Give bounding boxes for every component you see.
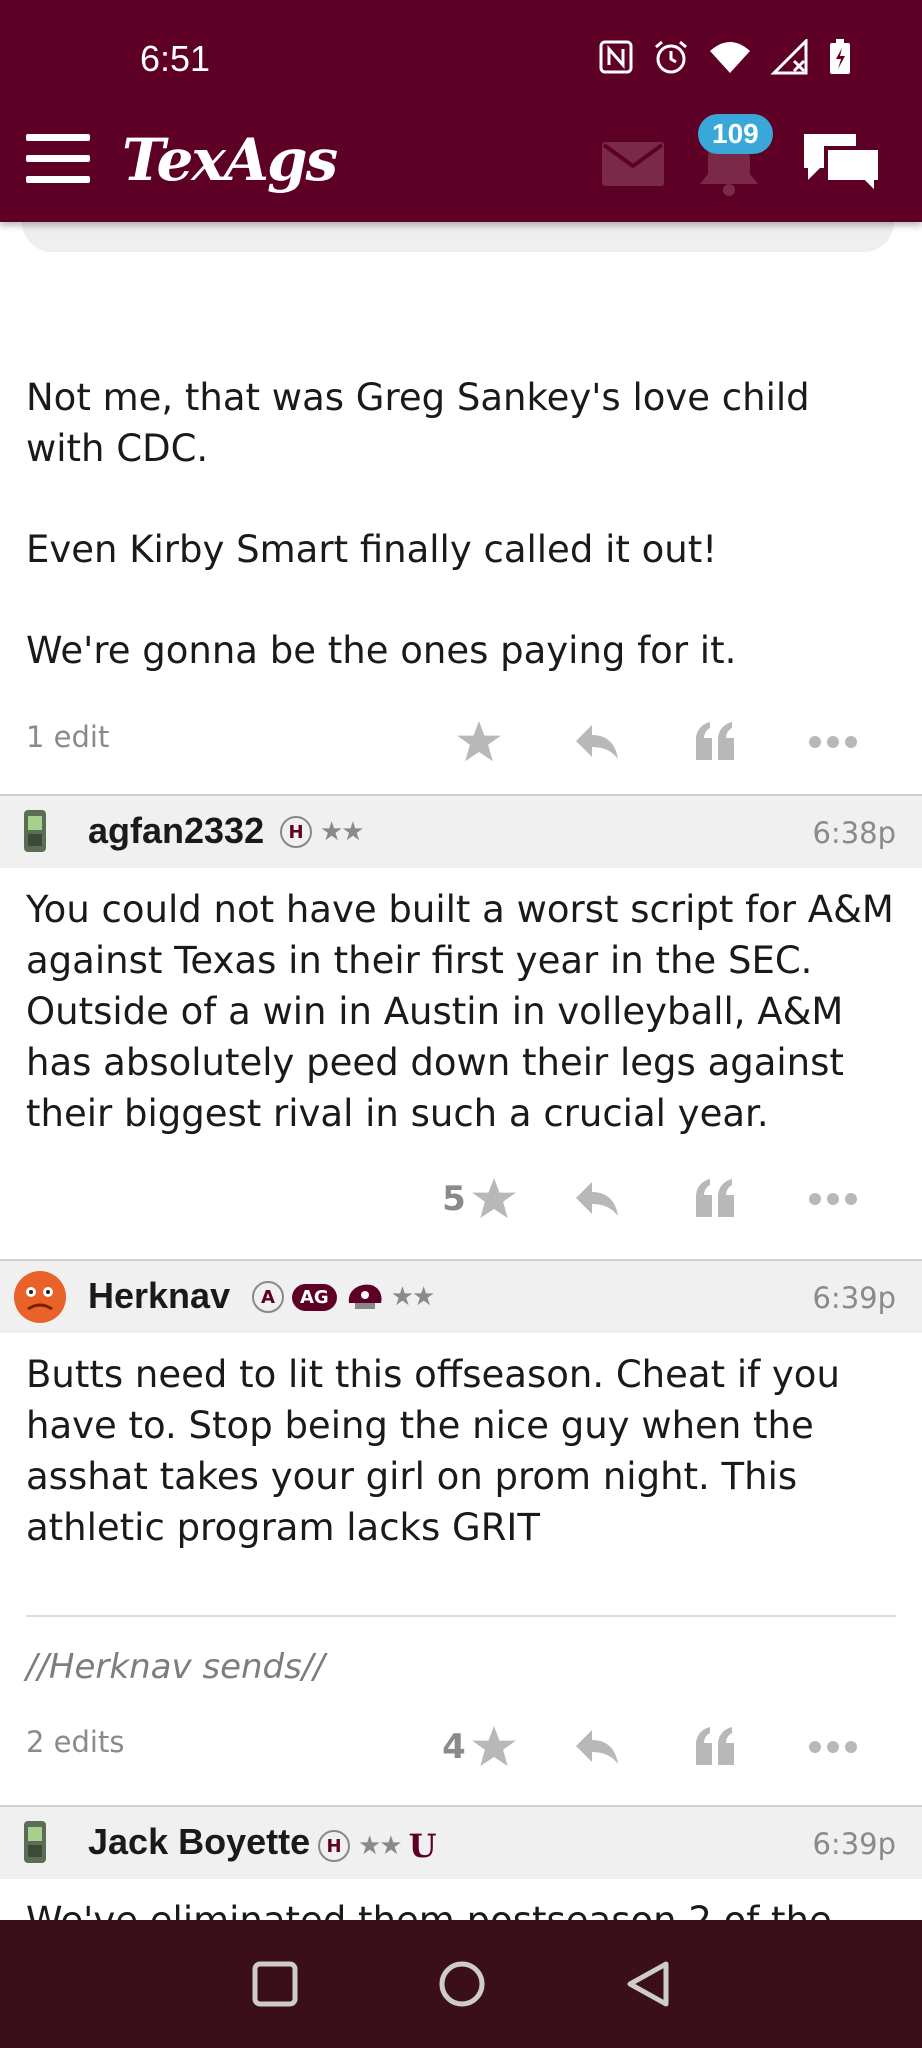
chat-icon[interactable] <box>800 128 884 198</box>
battery-icon <box>830 39 850 74</box>
post-body: Not me, that was Greg Sankey's love chil… <box>0 372 922 676</box>
texags-logo[interactable]: TexAgs <box>122 126 338 194</box>
reply-button[interactable] <box>538 1728 656 1766</box>
status-icons <box>598 38 852 76</box>
user-badges: H ★★ U <box>318 1827 437 1865</box>
helmet-icon <box>348 1284 382 1309</box>
system-nav-bar <box>0 1920 922 2048</box>
quote-icon <box>696 1727 734 1765</box>
alarm-icon <box>655 40 687 74</box>
post-body: Butts need to lit this offseason. Cheat … <box>26 1353 840 1549</box>
quote-button[interactable] <box>656 1179 774 1219</box>
post-header: Jack Boyette H ★★ U 6:39p <box>0 1805 922 1879</box>
star-count: 5 <box>442 1179 466 1219</box>
more-button[interactable] <box>774 735 892 749</box>
post-actions: 1 edit <box>0 702 922 782</box>
post-actions: 2 edits 4 <box>0 1707 922 1787</box>
quote-icon <box>696 722 734 760</box>
post-paragraph: Not me, that was Greg Sankey's love chil… <box>26 376 810 470</box>
badge-letter: H <box>280 816 312 848</box>
star-icon <box>457 721 501 762</box>
post-paragraph: Even Kirby Smart finally called it out! <box>26 528 718 571</box>
more-button[interactable] <box>774 1740 892 1754</box>
more-icon <box>809 736 857 748</box>
user-badges: A AG ★★ <box>252 1281 436 1313</box>
mail-icon[interactable] <box>602 142 664 186</box>
badge-pill: AG <box>292 1283 337 1311</box>
reply-icon <box>576 1730 618 1764</box>
post-time: 6:38p <box>812 816 896 850</box>
menu-line <box>26 155 90 162</box>
star-button[interactable]: 5 <box>420 1178 538 1220</box>
menu-button[interactable] <box>26 134 90 184</box>
rank-stars: ★★ <box>390 1282 436 1312</box>
thread-content: Not me, that was Greg Sankey's love chil… <box>0 222 922 1997</box>
badge-letter: H <box>318 1830 350 1862</box>
reply-button[interactable] <box>538 1180 656 1218</box>
quote-button[interactable] <box>656 722 774 762</box>
edit-note[interactable]: 1 edit <box>26 720 109 754</box>
more-icon <box>809 1741 857 1753</box>
reply-icon <box>576 725 618 759</box>
app-header: 6:51 TexAgs 109 <box>0 0 922 222</box>
signal-icon <box>770 39 808 75</box>
rank-stars: ★★ <box>320 817 365 847</box>
status-time: 6:51 <box>140 38 211 79</box>
star-icon <box>471 1726 516 1767</box>
post-paragraph: We're gonna be the ones paying for it. <box>26 629 737 672</box>
menu-line <box>26 134 90 141</box>
quote-button[interactable] <box>656 1727 774 1767</box>
recents-icon[interactable] <box>252 1961 298 2007</box>
username[interactable]: Herknav <box>88 1275 230 1317</box>
quote-icon <box>696 1179 734 1217</box>
more-button[interactable] <box>774 1192 892 1206</box>
quote-box <box>22 222 894 252</box>
reply-icon <box>576 1182 618 1216</box>
star-count: 4 <box>442 1727 466 1767</box>
reply-button[interactable] <box>538 723 656 761</box>
home-icon[interactable] <box>438 1960 486 2008</box>
user-badges: H ★★ <box>280 816 365 848</box>
badge-letter: A <box>252 1281 284 1313</box>
avatar[interactable] <box>12 1269 68 1325</box>
nfc-icon <box>599 40 633 74</box>
star-button[interactable] <box>420 721 538 763</box>
edit-note[interactable]: 2 edits <box>26 1725 124 1759</box>
post-time: 6:39p <box>812 1281 896 1315</box>
rank-stars: ★★ <box>358 1831 403 1861</box>
wifi-icon <box>710 42 750 73</box>
post-actions: 5 <box>0 1159 922 1239</box>
username[interactable]: agfan2332 <box>88 810 264 852</box>
phone-icon <box>24 1821 46 1863</box>
username[interactable]: Jack Boyette <box>88 1821 310 1863</box>
team-logo: U <box>408 1827 437 1865</box>
post-header: Herknav A AG ★★ 6:39p <box>0 1259 922 1333</box>
post-time: 6:39p <box>812 1827 896 1861</box>
star-icon <box>471 1178 516 1219</box>
more-icon <box>809 1193 857 1205</box>
back-icon[interactable] <box>626 1960 670 2008</box>
post-body: You could not have built a worst script … <box>26 888 894 1135</box>
signature: //Herknav sends// <box>26 1647 325 1687</box>
menu-line <box>26 176 90 183</box>
phone-icon <box>24 810 46 852</box>
notification-badge: 109 <box>698 114 773 154</box>
post-header: agfan2332 H ★★ 6:38p <box>0 794 922 868</box>
star-button[interactable]: 4 <box>420 1726 538 1768</box>
